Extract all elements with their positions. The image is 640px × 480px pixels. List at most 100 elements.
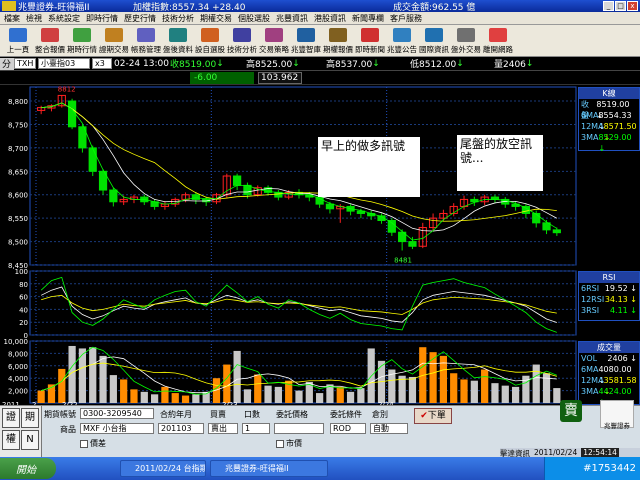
menu-item-10[interactable]: 新聞專欄 (352, 13, 384, 24)
toolbar-button-12[interactable]: 兆豐公告 (386, 25, 418, 56)
product-order-select[interactable]: MXF 小台指 (80, 423, 154, 434)
toolbar-button-11[interactable]: 即時新聞 (354, 25, 386, 56)
toolbar-button-10[interactable]: 期權報價 (322, 25, 354, 56)
quote-datetime: 02-24 13:00 (114, 58, 169, 69)
spread-checkbox[interactable] (80, 439, 88, 448)
legend-title: RSI (579, 272, 639, 283)
order-side-panel: 證 期 權 N (0, 406, 42, 458)
start-button[interactable]: 開始 (0, 458, 56, 479)
market-tab[interactable]: 分 (0, 57, 14, 70)
y-tick-label: 60 (19, 294, 28, 302)
low-arrow-icon: ↓ (456, 58, 464, 69)
taskbar-item-app[interactable]: 兆豐證券-旺得福II (210, 460, 328, 477)
morning-signal-note: 早上的做多訊號 (318, 137, 420, 197)
legend-row: 3MA4424.00 ↓ (579, 386, 639, 407)
toolbar-label-11: 即時新聞 (355, 45, 385, 54)
menu-item-2[interactable]: 系統設定 (48, 13, 80, 24)
volume-bar (192, 394, 200, 403)
close-button[interactable]: x (627, 1, 638, 11)
account-select[interactable]: 0300-3209540 (80, 408, 154, 419)
maximize-button[interactable]: □ (615, 1, 626, 11)
buysell-select[interactable]: 賣出 (208, 423, 238, 434)
options-mode-button[interactable]: 權 (2, 430, 20, 450)
legend-name: 12MA (581, 376, 604, 385)
y-tick-label: 8,700 (8, 145, 28, 153)
high-price: 高8525.00 (246, 60, 293, 70)
toolbar-button-15[interactable]: 離開網路 (482, 25, 514, 56)
legend-value: 8571.50 ↓ (603, 122, 637, 142)
toolbar-button-6[interactable]: 設自選股 (194, 25, 226, 56)
cond-select[interactable]: ROD (330, 423, 366, 434)
market-checkbox[interactable] (276, 439, 284, 448)
toolbar-button-9[interactable]: 兆豐智庫 (290, 25, 322, 56)
toolbar-icon-9 (297, 28, 315, 42)
legend-title: K線 (579, 88, 639, 99)
new-mode-button[interactable]: N (21, 430, 39, 450)
legend-value: 8554.33 ↓ (598, 111, 632, 131)
legend-name: 3MA (581, 133, 599, 142)
legend-row: 3RSI 4.11 ↓ (579, 305, 639, 316)
offset-label: 倉別 (372, 410, 388, 419)
toolbar-button-14[interactable]: 盤外交易 (450, 25, 482, 56)
menu-item-3[interactable]: 即時行情 (86, 13, 118, 24)
toolbar-icon-5 (169, 28, 187, 42)
menu-item-8[interactable]: 兆豐資訊 (276, 13, 308, 24)
legend-name: 6MA (581, 111, 599, 120)
toolbar-button-1[interactable]: 整合報價 (34, 25, 66, 56)
product-select[interactable]: 小臺指03 (38, 58, 90, 69)
futures-mode-button[interactable]: 期 (21, 408, 39, 428)
volume-legend: 成交量 VOL 2406 ↓ 6MA 4080.00 ↓ 12MA 3581.58 ↓ 3MA… (578, 341, 640, 407)
toolbar-label-14: 盤外交易 (451, 45, 481, 54)
qty-input[interactable]: 1 (242, 423, 270, 434)
volume-bar (450, 373, 458, 403)
chart-area[interactable]: 8,800 8,750 8,700 8,650 8,600 8,550 8,500 8,450… (0, 85, 640, 409)
menu-item-7[interactable]: 個股選股 (238, 13, 270, 24)
toolbar-button-13[interactable]: 國際資訊 (418, 25, 450, 56)
volume-bar (58, 368, 66, 403)
quote-bar: 分 TXH 小臺指03 x3 02-24 13:00 收8519.00 ↓ 高85… (0, 57, 640, 71)
sell-icon[interactable]: 賣 (560, 400, 582, 422)
toolbar-label-4: 帳務管理 (131, 45, 161, 54)
toolbar-button-4[interactable]: 帳務管理 (130, 25, 162, 56)
legend-value: 8529.00 ↓ (598, 133, 632, 153)
candle-body (88, 147, 97, 172)
watermark-label: #1753442 (583, 463, 636, 474)
menu-item-11[interactable]: 客戶服務 (390, 13, 422, 24)
toolbar-button-2[interactable]: 期時行情 (66, 25, 98, 56)
y-tick-label: 100 (15, 268, 28, 276)
low-annotation: 8481 (394, 256, 412, 264)
menu-item-6[interactable]: 期權交易 (200, 13, 232, 24)
multiplier-select[interactable]: x3 (92, 58, 112, 69)
toolbar-button-5[interactable]: 盤後資料 (162, 25, 194, 56)
offset-select[interactable]: 自動 (370, 423, 408, 434)
menu-item-1[interactable]: 檢視 (26, 13, 42, 24)
price-input[interactable] (274, 423, 324, 434)
toolbar-button-7[interactable]: 技術分析 (226, 25, 258, 56)
spread-readout: 103.962 (258, 71, 302, 84)
menu-item-4[interactable]: 歷史行情 (124, 13, 156, 24)
toolbar-label-2: 期時行情 (67, 45, 97, 54)
kline-legend: K線 收盤 8519.00 ↓ 6MA 8554.33 ↓ 12MA 8571.50 ↓ 3M… (578, 87, 640, 153)
technical-chart[interactable]: 8,8008,7508,7008,6508,6008,5508,5008,450… (0, 85, 640, 409)
toolbar-button-8[interactable]: 交易策略 (258, 25, 290, 56)
submit-order-button[interactable]: ✔下單 (414, 408, 452, 424)
contract-select[interactable]: 201103 (158, 423, 204, 434)
menu-item-0[interactable]: 檔案 (4, 13, 20, 24)
code-select[interactable]: TXH (14, 58, 36, 69)
minimize-button[interactable]: _ (603, 1, 614, 11)
toolbar-button-0[interactable]: 上一頁 (2, 25, 34, 56)
toolbar-icon-14 (457, 28, 475, 42)
toolbar-icon-11 (361, 28, 379, 42)
toolbar-button-3[interactable]: 證期交易 (98, 25, 130, 56)
legend-name: 3MA (581, 387, 599, 396)
menu-item-5[interactable]: 技術分析 (162, 13, 194, 24)
toolbar-label-6: 設自選股 (195, 45, 225, 54)
y-tick-label: 20 (19, 319, 28, 327)
change-readout: -6.00 (190, 71, 254, 84)
volume-bar (150, 394, 159, 403)
stock-mode-button[interactable]: 證 (2, 408, 20, 428)
menu-item-9[interactable]: 港股資訊 (314, 13, 346, 24)
taskbar-item-chart[interactable]: 2011/02/24 台指期盤 (120, 460, 206, 477)
volume-bar (481, 369, 489, 403)
legend-name: 6MA (581, 365, 599, 374)
